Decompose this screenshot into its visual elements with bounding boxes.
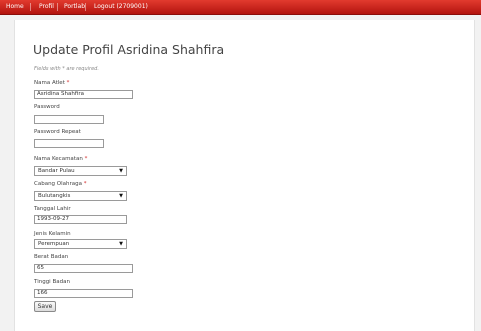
save-button[interactable]: Save	[34, 301, 56, 312]
dropdown-arrow-icon: ▼	[119, 168, 123, 174]
berat-badan-label: Berat Badan	[34, 254, 69, 260]
jenis-kelamin-label: Jenis Kelamin	[34, 231, 71, 237]
jenis-kelamin-select[interactable]: Perempuan ▼	[34, 239, 127, 249]
password-repeat-label: Password Repeat	[34, 129, 81, 135]
berat-badan-input[interactable]: 65	[34, 264, 133, 273]
nav-logout-link[interactable]: Logout (2709001)	[94, 1, 148, 13]
password-label: Password	[34, 104, 60, 110]
dropdown-arrow-icon: ▼	[119, 193, 123, 199]
tanggal-lahir-input[interactable]: 1993-09-27	[34, 215, 127, 224]
dropdown-arrow-icon: ▼	[119, 241, 123, 247]
jenis-kelamin-selected-value: Perempuan	[38, 241, 70, 247]
page-title: Update Profil Asridina Shahfira	[33, 42, 225, 57]
tanggal-lahir-label: Tanggal Lahir	[34, 206, 71, 212]
nav-home-link[interactable]: Home	[6, 1, 24, 13]
nav-separator	[57, 3, 58, 11]
nav-profil-link[interactable]: Profil	[39, 1, 54, 13]
top-navbar: Home Profil Portlab Logout (2709001)	[0, 0, 481, 15]
nav-portlab-link[interactable]: Portlab	[64, 1, 85, 13]
nav-separator	[30, 3, 31, 11]
cabang-olahraga-selected-value: Bulutangkis	[38, 193, 71, 199]
kecamatan-select[interactable]: Bandar Pulau ▼	[34, 166, 127, 176]
kecamatan-label: Nama Kecamatan *	[34, 156, 88, 162]
page: Home Profil Portlab Logout (2709001) Upd…	[0, 0, 481, 331]
password-repeat-input[interactable]	[34, 139, 104, 148]
tinggi-badan-label: Tinggi Badan	[34, 279, 70, 285]
required-mark: *	[83, 181, 87, 187]
required-mark: *	[66, 80, 70, 86]
nama-atlet-input[interactable]: Asridina Shahfira	[34, 90, 133, 99]
kecamatan-selected-value: Bandar Pulau	[38, 168, 75, 174]
cabang-olahraga-label: Cabang Olahraga *	[34, 181, 87, 187]
nama-atlet-label: Nama Atlet *	[34, 80, 70, 86]
cabang-olahraga-select[interactable]: Bulutangkis ▼	[34, 191, 127, 201]
nav-separator	[85, 3, 86, 11]
password-input[interactable]	[34, 115, 104, 124]
required-mark: *	[84, 156, 88, 162]
required-fields-note: Fields with * are required.	[34, 66, 99, 72]
content-panel: Update Profil Asridina Shahfira Fields w…	[14, 20, 475, 331]
tinggi-badan-input[interactable]: 166	[34, 289, 133, 298]
